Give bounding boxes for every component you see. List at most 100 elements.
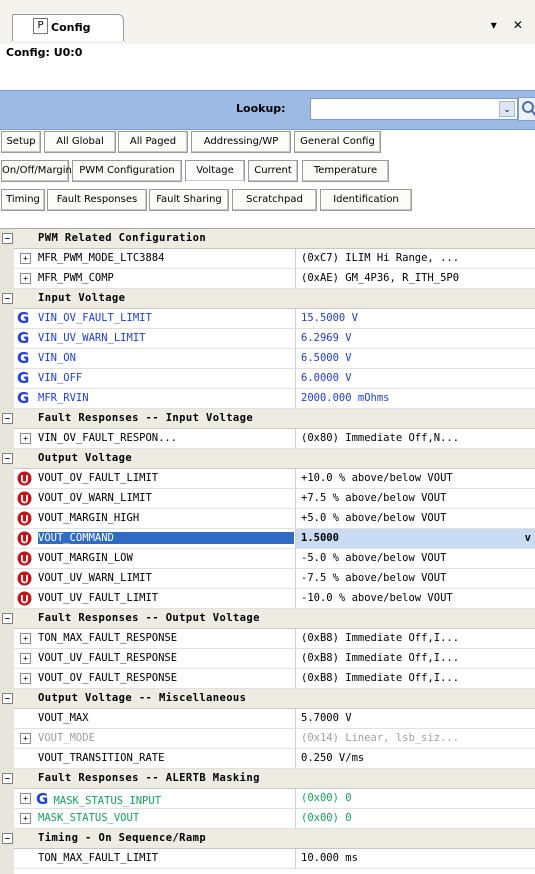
expand-icon[interactable]: + <box>20 673 31 684</box>
property-value-cell[interactable]: (0xC7) ILIM Hi Range, ... <box>295 249 535 268</box>
tab-all-paged[interactable]: All Paged <box>118 131 188 153</box>
property-row-mask-status-input[interactable]: + G MASK_STATUS_INPUT (0x00) 0 <box>14 789 535 809</box>
category-pwm-related-configuration[interactable]: − PWM Related Configuration <box>2 229 535 249</box>
property-value-cell[interactable]: 5.7000 V <box>295 709 535 728</box>
property-value-cell[interactable]: (0xB8) Immediate Off,I... <box>295 649 535 668</box>
category-fault-responses-alertb-masking[interactable]: − Fault Responses -- ALERTB Masking <box>2 769 535 789</box>
property-row-vout-max[interactable]: VOUT_MAX 5.7000 V <box>14 709 535 729</box>
tab-fault-responses[interactable]: Fault Responses <box>47 189 147 211</box>
collapse-icon[interactable]: − <box>2 773 13 784</box>
expand-icon[interactable]: + <box>20 253 31 264</box>
expand-icon[interactable]: + <box>20 633 31 644</box>
expand-icon[interactable]: + <box>20 733 31 744</box>
property-value-cell[interactable]: -5.0 % above/below VOUT <box>295 549 535 568</box>
property-value-cell[interactable]: 6.2969 V <box>295 329 535 348</box>
property-row-vout-uv-fault-limit[interactable]: VOUT_UV_FAULT_LIMIT -10.0 % above/below V… <box>14 589 535 609</box>
property-value-cell[interactable]: 1.5000 v <box>295 529 535 548</box>
property-row-vout-ov-warn-limit[interactable]: VOUT_OV_WARN_LIMIT +7.5 % above/below VOU… <box>14 489 535 509</box>
collapse-icon[interactable]: − <box>2 453 13 464</box>
value-dropdown-icon[interactable]: v <box>525 529 531 548</box>
category-output-voltage[interactable]: − Output Voltage <box>2 449 535 469</box>
property-value-cell[interactable]: (0x80) Immediate Off,N... <box>295 429 535 448</box>
tab-current[interactable]: Current <box>248 160 298 182</box>
property-value-cell[interactable]: +7.5 % above/below VOUT <box>295 489 535 508</box>
tab-config[interactable]: P Config <box>12 14 124 41</box>
property-row-vout-margin-low[interactable]: VOUT_MARGIN_LOW -5.0 % above/below VOUT <box>14 549 535 569</box>
collapse-icon[interactable]: − <box>2 293 13 304</box>
property-value-cell[interactable]: -7.5 % above/below VOUT <box>295 569 535 588</box>
property-value-cell[interactable]: -10.0 % above/below VOUT <box>295 589 535 608</box>
property-row-ton-max-fault-response[interactable]: + TON_MAX_FAULT_RESPONSE (0xB8) Immediate … <box>14 629 535 649</box>
tab-identification[interactable]: Identification <box>320 189 412 211</box>
tab-scratchpad[interactable]: Scratchpad <box>232 189 317 211</box>
property-name: VOUT_UV_WARN_LIMIT <box>38 572 152 584</box>
property-row-vin-ov-fault-limit[interactable]: G VIN_OV_FAULT_LIMIT 15.5000 V <box>14 309 535 329</box>
chevron-down-icon[interactable]: ⌄ <box>499 101 515 117</box>
expand-icon[interactable]: + <box>20 273 31 284</box>
property-value-cell[interactable]: 10.000 ms <box>295 849 535 868</box>
property-row-vout-margin-high[interactable]: VOUT_MARGIN_HIGH +5.0 % above/below VOUT <box>14 509 535 529</box>
property-row-mfr-pwm-mode-ltc3884[interactable]: + MFR_PWM_MODE_LTC3884 (0xC7) ILIM Hi Rang… <box>14 249 535 269</box>
tab-timing[interactable]: Timing <box>1 189 45 211</box>
property-value: 2000.000 mOhms <box>301 392 390 404</box>
category-output-voltage-miscellaneous[interactable]: − Output Voltage -- Miscellaneous <box>2 689 535 709</box>
property-value: +7.5 % above/below VOUT <box>301 492 447 504</box>
tab-temperature[interactable]: Temperature <box>302 160 389 182</box>
property-value-cell[interactable]: (0xAE) GM_4P36, R_ITH_5P0 <box>295 269 535 288</box>
property-row-ton-max-fault-limit[interactable]: TON_MAX_FAULT_LIMIT 10.000 ms <box>14 849 535 869</box>
collapse-icon[interactable]: − <box>2 613 13 624</box>
expand-icon[interactable]: + <box>20 653 31 664</box>
property-value-cell[interactable]: 6.0000 V <box>295 369 535 388</box>
property-value-cell[interactable]: 6.5000 V <box>295 349 535 368</box>
tab-on-off-margin[interactable]: On/Off/Margin <box>1 160 72 182</box>
property-value-cell[interactable]: 2000.000 mOhms <box>295 389 535 408</box>
property-row-vout-ov-fault-response[interactable]: + VOUT_OV_FAULT_RESPONSE (0xB8) Immediate … <box>14 669 535 689</box>
property-value-cell[interactable]: +5.0 % above/below VOUT <box>295 509 535 528</box>
lookup-input[interactable]: ⌄ <box>310 98 518 120</box>
property-value-cell[interactable]: (0xB8) Immediate Off,I... <box>295 669 535 688</box>
collapse-icon[interactable]: − <box>2 693 13 704</box>
pin-icon[interactable]: P <box>33 18 48 34</box>
tab-all-global[interactable]: All Global <box>44 131 116 153</box>
property-row-vout-ov-fault-limit[interactable]: VOUT_OV_FAULT_LIMIT +10.0 % above/below V… <box>14 469 535 489</box>
search-icon <box>522 101 535 117</box>
window-controls[interactable]: ▾ ✕ <box>491 18 529 32</box>
category-input-voltage[interactable]: − Input Voltage <box>2 289 535 309</box>
property-value-cell[interactable]: 15.5000 V <box>295 309 535 328</box>
search-button[interactable] <box>518 97 535 121</box>
property-value-cell[interactable]: +10.0 % above/below VOUT <box>295 469 535 488</box>
property-row-vin-on[interactable]: G VIN_ON 6.5000 V <box>14 349 535 369</box>
tab-general-config[interactable]: General Config <box>294 131 381 153</box>
property-row-mfr-pwm-comp[interactable]: + MFR_PWM_COMP (0xAE) GM_4P36, R_ITH_5P0 <box>14 269 535 289</box>
expand-icon[interactable]: + <box>20 793 31 804</box>
property-row-vin-off[interactable]: G VIN_OFF 6.0000 V <box>14 369 535 389</box>
property-value-cell[interactable]: (0x00) 0 <box>295 789 535 808</box>
property-name: VOUT_OV_FAULT_RESPONSE <box>38 672 178 684</box>
property-row-vin-uv-warn-limit[interactable]: G VIN_UV_WARN_LIMIT 6.2969 V <box>14 329 535 349</box>
category-fault-responses-input-voltage[interactable]: − Fault Responses -- Input Voltage <box>2 409 535 429</box>
expand-icon[interactable]: + <box>20 813 31 824</box>
property-row-vout-uv-fault-response[interactable]: + VOUT_UV_FAULT_RESPONSE (0xB8) Immediate … <box>14 649 535 669</box>
collapse-icon[interactable]: − <box>2 413 13 424</box>
property-row-vout-transition-rate[interactable]: VOUT_TRANSITION_RATE 0.250 V/ms <box>14 749 535 769</box>
category-fault-responses-output-voltage[interactable]: − Fault Responses -- Output Voltage <box>2 609 535 629</box>
property-row-vin-ov-fault-respon[interactable]: + VIN_OV_FAULT_RESPON... (0x80) Immediate … <box>14 429 535 449</box>
tab-pwm-configuration[interactable]: PWM Configuration <box>72 160 182 182</box>
property-value-cell[interactable]: (0x14) Linear, lsb_siz... <box>295 729 535 748</box>
tab-voltage[interactable]: Voltage <box>185 160 245 182</box>
property-row-vout-mode[interactable]: + VOUT_MODE (0x14) Linear, lsb_siz... <box>14 729 535 749</box>
property-value-cell[interactable]: (0x00) 0 <box>295 809 535 828</box>
tab-fault-sharing[interactable]: Fault Sharing <box>149 189 229 211</box>
property-row-mfr-rvin[interactable]: G MFR_RVIN 2000.000 mOhms <box>14 389 535 409</box>
property-value-cell[interactable]: (0xB8) Immediate Off,I... <box>295 629 535 648</box>
collapse-icon[interactable]: − <box>2 233 13 244</box>
expand-icon[interactable]: + <box>20 433 31 444</box>
tab-setup[interactable]: Setup <box>1 131 41 153</box>
property-row-mask-status-vout[interactable]: + MASK_STATUS_VOUT (0x00) 0 <box>14 809 535 829</box>
property-row-vout-uv-warn-limit[interactable]: VOUT_UV_WARN_LIMIT -7.5 % above/below VOU… <box>14 569 535 589</box>
property-row-vout-command[interactable]: VOUT_COMMAND 1.5000 v <box>14 529 535 549</box>
collapse-icon[interactable]: − <box>2 833 13 844</box>
property-value-cell[interactable]: 0.250 V/ms <box>295 749 535 768</box>
category-timing-on-sequence-ramp[interactable]: − Timing - On Sequence/Ramp <box>2 829 535 849</box>
tab-addressing-wp[interactable]: Addressing/WP <box>191 131 291 153</box>
